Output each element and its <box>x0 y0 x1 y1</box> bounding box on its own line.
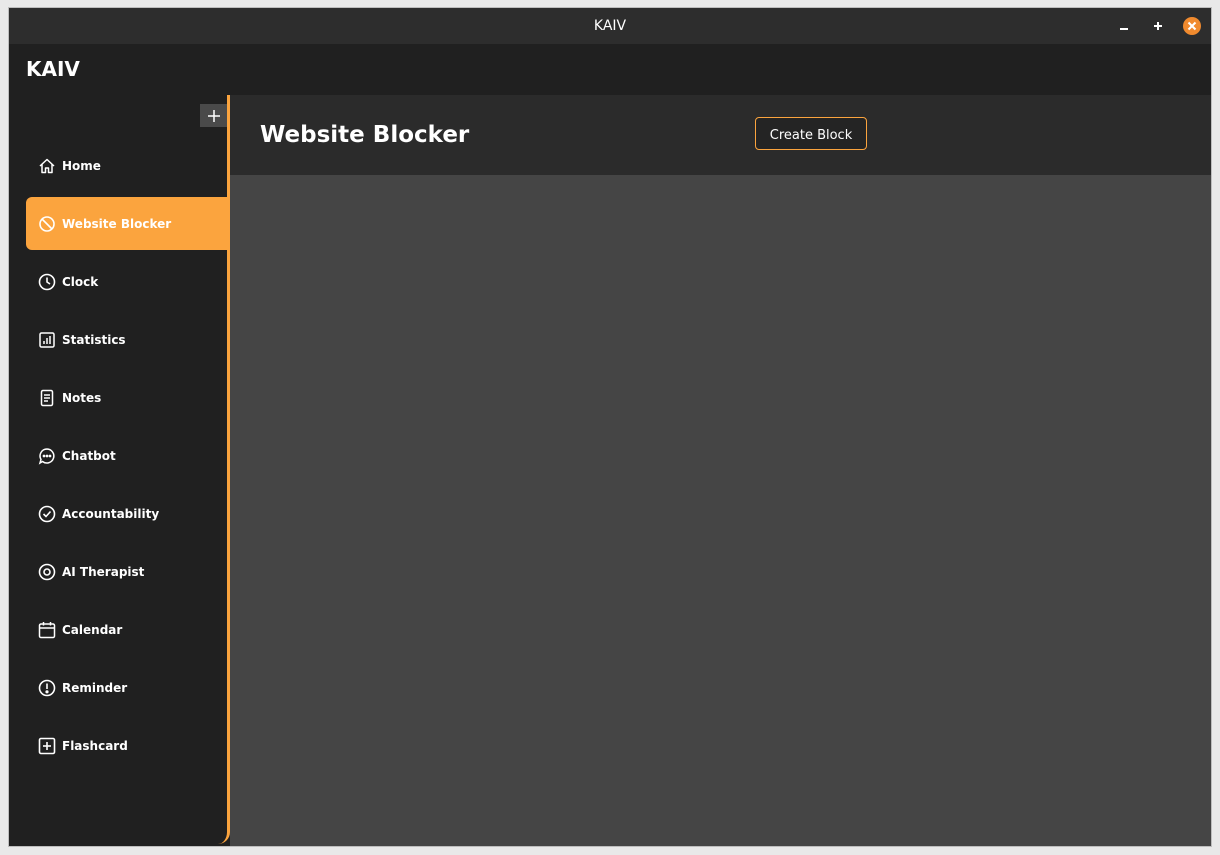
minimize-icon <box>1115 17 1133 35</box>
minimize-button[interactable] <box>1115 17 1133 35</box>
sidebar-item-label: Calendar <box>62 622 123 637</box>
alert-circle-icon <box>38 679 56 697</box>
main-content: Website Blocker Create Block <box>230 95 1211 846</box>
maximize-button[interactable] <box>1149 17 1167 35</box>
sidebar-item-label: Clock <box>62 274 99 289</box>
sidebar-item-ai-therapist[interactable]: AI Therapist <box>26 545 227 598</box>
close-button[interactable] <box>1183 17 1201 35</box>
sidebar-item-accountability[interactable]: Accountability <box>26 487 227 540</box>
sidebar-item-notes[interactable]: Notes <box>26 371 227 424</box>
plus-square-icon <box>38 737 56 755</box>
sidebar: Home Website Blocker Clock Statistics No <box>9 95 230 844</box>
close-icon <box>1183 17 1201 35</box>
sidebar-item-label: Home <box>62 158 101 173</box>
sidebar-item-reminder[interactable]: Reminder <box>26 661 227 714</box>
calendar-icon <box>38 621 56 639</box>
home-icon <box>38 157 56 175</box>
sidebar-item-label: Statistics <box>62 332 126 347</box>
sidebar-item-website-blocker[interactable]: Website Blocker <box>26 197 227 250</box>
sidebar-item-chatbot[interactable]: Chatbot <box>26 429 227 482</box>
content-header: Website Blocker Create Block <box>230 95 1211 175</box>
chat-bubble-icon <box>38 447 56 465</box>
sidebar-item-label: Notes <box>62 390 102 405</box>
sidebar-item-clock[interactable]: Clock <box>26 255 227 308</box>
sidebar-item-label: Reminder <box>62 680 128 695</box>
page-title: Website Blocker <box>260 122 470 148</box>
app-window: KAIV KAIV Home Website Blocker Clock Sta… <box>9 8 1211 846</box>
app-header: KAIV <box>9 44 1211 95</box>
sidebar-item-label: AI Therapist <box>62 564 145 579</box>
app-brand: KAIV <box>26 57 80 81</box>
window-title: KAIV <box>593 18 627 34</box>
sidebar-item-label: Accountability <box>62 506 160 521</box>
clock-icon <box>38 273 56 291</box>
sidebar-add-button[interactable] <box>200 104 227 127</box>
create-block-button[interactable]: Create Block <box>755 117 867 150</box>
sidebar-item-label: Website Blocker <box>62 216 172 231</box>
sidebar-item-home[interactable]: Home <box>26 139 227 192</box>
sidebar-item-flashcard[interactable]: Flashcard <box>26 719 227 772</box>
bar-chart-icon <box>38 331 56 349</box>
plus-icon <box>200 109 227 123</box>
title-bar[interactable]: KAIV <box>9 8 1211 44</box>
note-icon <box>38 389 56 407</box>
sidebar-item-label: Flashcard <box>62 738 128 753</box>
sidebar-item-statistics[interactable]: Statistics <box>26 313 227 366</box>
sidebar-item-label: Chatbot <box>62 448 116 463</box>
sidebar-item-calendar[interactable]: Calendar <box>26 603 227 656</box>
maximize-icon <box>1149 17 1167 35</box>
block-icon <box>38 215 56 233</box>
target-icon <box>38 563 56 581</box>
check-circle-icon <box>38 505 56 523</box>
